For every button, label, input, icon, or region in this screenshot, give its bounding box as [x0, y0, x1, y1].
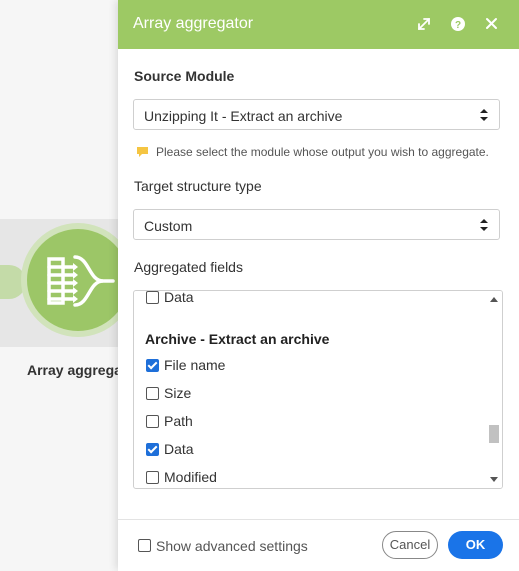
field-label: Path: [164, 413, 193, 429]
scroll-down-arrow-icon[interactable]: [490, 477, 498, 482]
checkbox[interactable]: [146, 471, 159, 484]
field-label: Data: [164, 441, 194, 457]
checkbox[interactable]: [146, 415, 159, 428]
target-structure-label: Target structure type: [134, 178, 262, 194]
advanced-settings-label: Show advanced settings: [156, 538, 308, 554]
expand-icon[interactable]: [414, 14, 434, 34]
scroll-up-arrow-icon[interactable]: [490, 297, 498, 302]
hint-text: Please select the module whose output yo…: [156, 145, 489, 159]
aggregated-fields-label: Aggregated fields: [134, 259, 243, 275]
scroll-thumb[interactable]: [489, 425, 499, 443]
checkbox[interactable]: [146, 291, 159, 304]
ok-button[interactable]: OK: [448, 531, 503, 559]
comment-icon: [137, 147, 148, 157]
help-icon[interactable]: ?: [448, 14, 468, 34]
field-label: Data: [164, 290, 194, 305]
target-structure-value: Custom: [144, 218, 193, 234]
target-structure-select[interactable]: Custom: [133, 209, 500, 240]
select-arrows-icon: [480, 109, 488, 121]
svg-text:?: ?: [455, 20, 461, 31]
array-aggregator-dialog: Array aggregator ? Source Module Unzippi…: [118, 0, 519, 571]
cancel-button[interactable]: Cancel: [382, 531, 438, 559]
field-label: File name: [164, 357, 226, 373]
dialog-title: Array aggregator: [133, 15, 254, 32]
checkbox[interactable]: [146, 443, 159, 456]
field-label: Size: [164, 385, 192, 401]
array-aggregator-module[interactable]: [27, 229, 129, 331]
checkbox[interactable]: [146, 387, 159, 400]
module-name-label: Array aggregat: [27, 362, 127, 378]
source-module-select[interactable]: Unzipping It - Extract an archive: [133, 99, 500, 130]
field-label: Modified: [164, 469, 217, 485]
close-icon[interactable]: [482, 14, 502, 34]
checkbox[interactable]: [138, 539, 151, 552]
aggregated-fields-list: Data Archive - Extract an archive File n…: [133, 290, 503, 489]
dialog-header: Array aggregator ?: [118, 0, 519, 49]
checkbox[interactable]: [146, 359, 159, 372]
array-aggregator-icon: [47, 255, 115, 307]
fields-scrollbar[interactable]: [486, 291, 502, 488]
source-module-label: Source Module: [134, 68, 235, 84]
select-arrows-icon: [480, 219, 488, 231]
field-group-title: Archive - Extract an archive: [145, 331, 330, 347]
source-module-value: Unzipping It - Extract an archive: [144, 108, 343, 124]
dialog-footer: Show advanced settings Cancel OK: [118, 519, 519, 571]
